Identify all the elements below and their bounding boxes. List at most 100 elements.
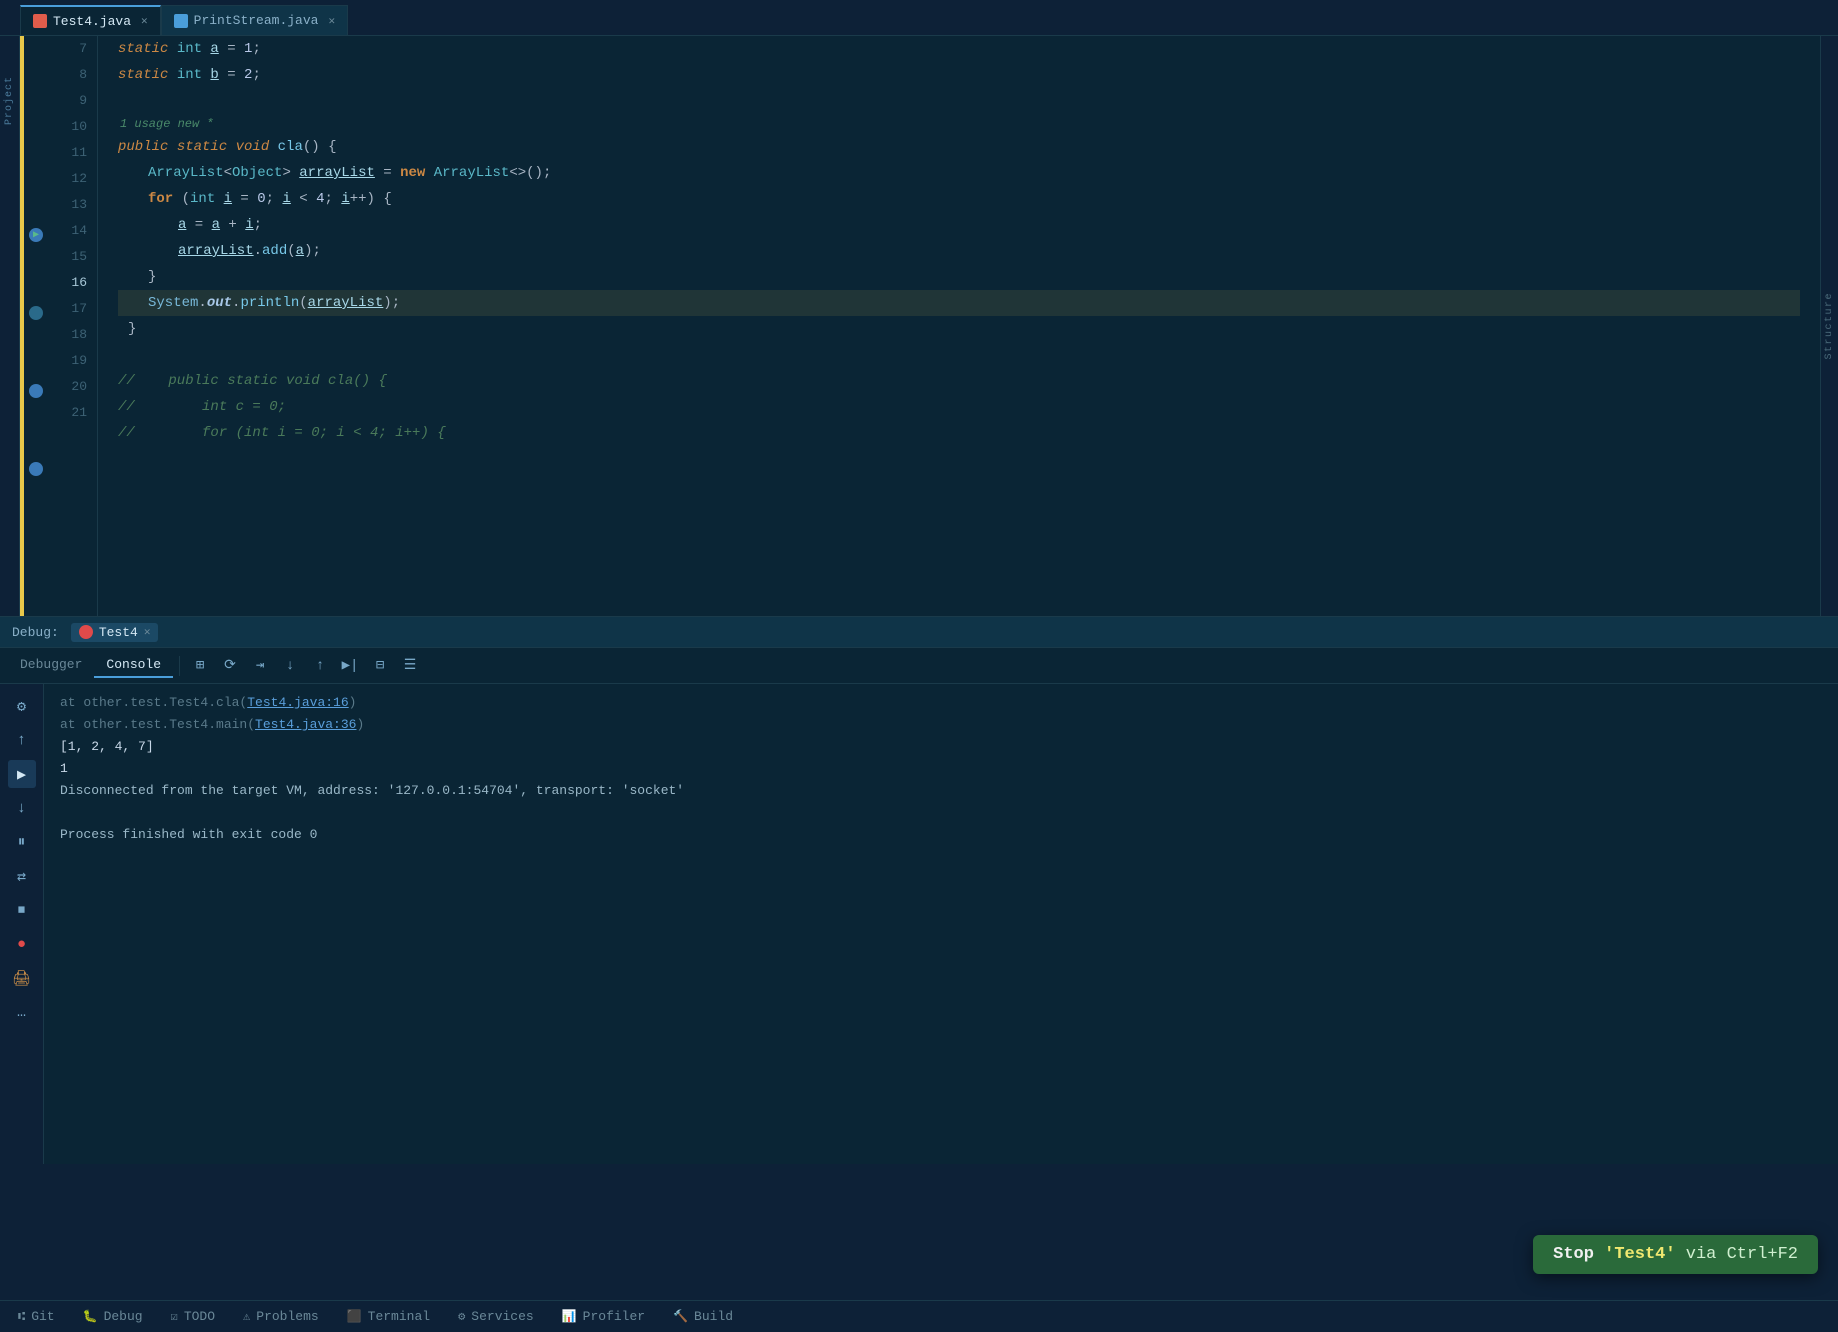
editor-area: Project 7 8 9 10 11 12 13 14 15 16 17 18… [0, 36, 1838, 616]
problems-icon: ⚠ [243, 1309, 250, 1324]
line-num-8: 8 [48, 62, 87, 88]
build-icon: 🔨 [673, 1309, 688, 1324]
code-line-7: static int a = 1; [118, 36, 1800, 62]
code-line-20: // int c = 0; [118, 394, 1800, 420]
line-numbers: 7 8 9 10 11 12 13 14 15 16 17 18 19 20 2… [48, 36, 98, 616]
status-problems[interactable]: ⚠ Problems [237, 1307, 325, 1326]
line-num-7: 7 [48, 36, 87, 62]
status-services[interactable]: ⚙ Services [452, 1307, 540, 1326]
status-debug[interactable]: 🐛 Debug [77, 1307, 149, 1326]
stop-tooltip[interactable]: Stop 'Test4' via Ctrl+F2 [1533, 1235, 1818, 1274]
tooltip-suffix: via Ctrl+F2 [1676, 1245, 1798, 1264]
console-line-5: Disconnected from the target VM, address… [60, 780, 1822, 802]
console-line-6 [60, 802, 1822, 824]
step-into-btn[interactable]: ↓ [276, 652, 304, 680]
tab-close-printstream[interactable]: ✕ [328, 14, 335, 28]
breakpoint-line10[interactable] [29, 228, 43, 242]
line-num-17: 17 [48, 296, 87, 322]
status-profiler[interactable]: 📊 Profiler [556, 1307, 651, 1326]
line-num-12: 12 [48, 166, 87, 192]
link-test4-36[interactable]: Test4.java:36 [255, 714, 356, 736]
link-test4-16[interactable]: Test4.java:16 [247, 692, 348, 714]
debug-main: ⚙ ↑ ▶ ↓ ⏸ ⇄ ⏹ ● 🖨 … at other.test.Test4.… [0, 684, 1838, 1164]
sidebar-record-icon[interactable]: ● [8, 930, 36, 958]
sidebar-up-icon[interactable]: ↑ [8, 726, 36, 754]
status-git[interactable]: ⑆ Git [12, 1307, 61, 1326]
sidebar-stop-icon[interactable]: ⏹ [8, 896, 36, 924]
console-line-1: at other.test.Test4.cla(Test4.java:16) [60, 692, 1822, 714]
sidebar-pause-icon[interactable]: ⏸ [8, 828, 36, 856]
tab-label-test4: Test4.java [53, 14, 131, 29]
evaluate-btn[interactable]: ⊟ [366, 652, 394, 680]
code-line-8: static int b = 2; [118, 62, 1800, 88]
tooltip-name: 'Test4' [1604, 1245, 1675, 1264]
console-line-4: 1 [60, 758, 1822, 780]
line-num-13: 13 [48, 192, 87, 218]
code-line-9 [118, 88, 1800, 114]
status-services-label: Services [471, 1309, 533, 1324]
debug-icon: 🐛 [83, 1309, 98, 1324]
status-build[interactable]: 🔨 Build [667, 1307, 739, 1326]
breakpoint-area [24, 36, 48, 616]
terminal-icon: ⬛ [347, 1309, 362, 1324]
code-line-12: for (int i = 0; i < 4; i++) { [118, 186, 1800, 212]
structure-label: Structure [1824, 288, 1835, 364]
toolbar-sep-1 [179, 656, 180, 676]
sidebar-settings-icon[interactable]: ⚙ [8, 692, 36, 720]
line-num-11: 11 [48, 140, 87, 166]
console-line-2: at other.test.Test4.main(Test4.java:36) [60, 714, 1822, 736]
debug-sidebar: ⚙ ↑ ▶ ↓ ⏸ ⇄ ⏹ ● 🖨 … [0, 684, 44, 1164]
status-debug-label: Debug [104, 1309, 143, 1324]
status-git-label: Git [31, 1309, 54, 1324]
tooltip-prefix: Stop [1553, 1245, 1604, 1264]
step-over-btn[interactable]: ⇥ [246, 652, 274, 680]
tab-close-test4[interactable]: ✕ [141, 14, 148, 28]
left-gutter: Project [0, 36, 20, 616]
sidebar-play-icon[interactable]: ▶ [8, 760, 36, 788]
tab-icon-stream [174, 14, 188, 28]
line-num-19: 19 [48, 348, 87, 374]
debug-session-name: Test4 [99, 625, 138, 640]
mute-btn[interactable]: ☰ [396, 652, 424, 680]
status-terminal[interactable]: ⬛ Terminal [341, 1307, 436, 1326]
breakpoint-line12[interactable] [29, 306, 43, 320]
settings-btn[interactable]: ⊞ [186, 652, 214, 680]
debug-session-close[interactable]: ✕ [144, 625, 151, 639]
code-line-21: // for (int i = 0; i < 4; i++) { [118, 420, 1800, 446]
code-line-13: a = a + i; [118, 212, 1800, 238]
console-line-3: [1, 2, 4, 7] [60, 736, 1822, 758]
sidebar-print-icon[interactable]: 🖨 [8, 964, 36, 992]
line-num-14: 14 [48, 218, 87, 244]
code-line-18 [118, 342, 1800, 368]
code-line-15: } [118, 264, 1800, 290]
status-terminal-label: Terminal [368, 1309, 430, 1324]
sidebar-more-icon[interactable]: … [8, 998, 36, 1026]
restore-btn[interactable]: ⟳ [216, 652, 244, 680]
code-line-16: System.out.println(arrayList); [118, 290, 1800, 316]
debugger-tab[interactable]: Debugger [8, 653, 94, 678]
todo-icon: ☑ [171, 1309, 178, 1324]
code-line-10: public static void cla() { [118, 134, 1800, 160]
run-cursor-btn[interactable]: ▶| [336, 652, 364, 680]
profiler-icon: 📊 [562, 1309, 577, 1324]
debug-red-icon [79, 625, 93, 639]
gutter-label: Project [4, 76, 15, 125]
debug-tab-selector: Debugger Console [8, 653, 173, 678]
step-out-btn[interactable]: ↑ [306, 652, 334, 680]
console-line-7: Process finished with exit code 0 [60, 824, 1822, 846]
sidebar-wrap-icon[interactable]: ⇄ [8, 862, 36, 890]
debug-toolbar: Debugger Console ⊞ ⟳ ⇥ ↓ ↑ ▶| ⊟ ☰ [0, 648, 1838, 684]
tab-printstream[interactable]: PrintStream.java ✕ [161, 5, 348, 35]
structure-sidebar: Structure [1820, 36, 1838, 616]
debug-session-tab[interactable]: Test4 ✕ [71, 623, 159, 642]
console-tab[interactable]: Console [94, 653, 173, 678]
sidebar-down-icon[interactable]: ↓ [8, 794, 36, 822]
status-todo[interactable]: ☑ TODO [165, 1307, 221, 1326]
code-line-14: arrayList.add(a); [118, 238, 1800, 264]
line-num-21: 21 [48, 400, 87, 426]
breakpoint-line15[interactable] [29, 384, 43, 398]
line-num-16: 16 [48, 270, 87, 296]
code-area[interactable]: static int a = 1; static int b = 2; 1 us… [98, 36, 1820, 616]
tab-test4[interactable]: Test4.java ✕ [20, 5, 161, 35]
breakpoint-line17[interactable] [29, 462, 43, 476]
